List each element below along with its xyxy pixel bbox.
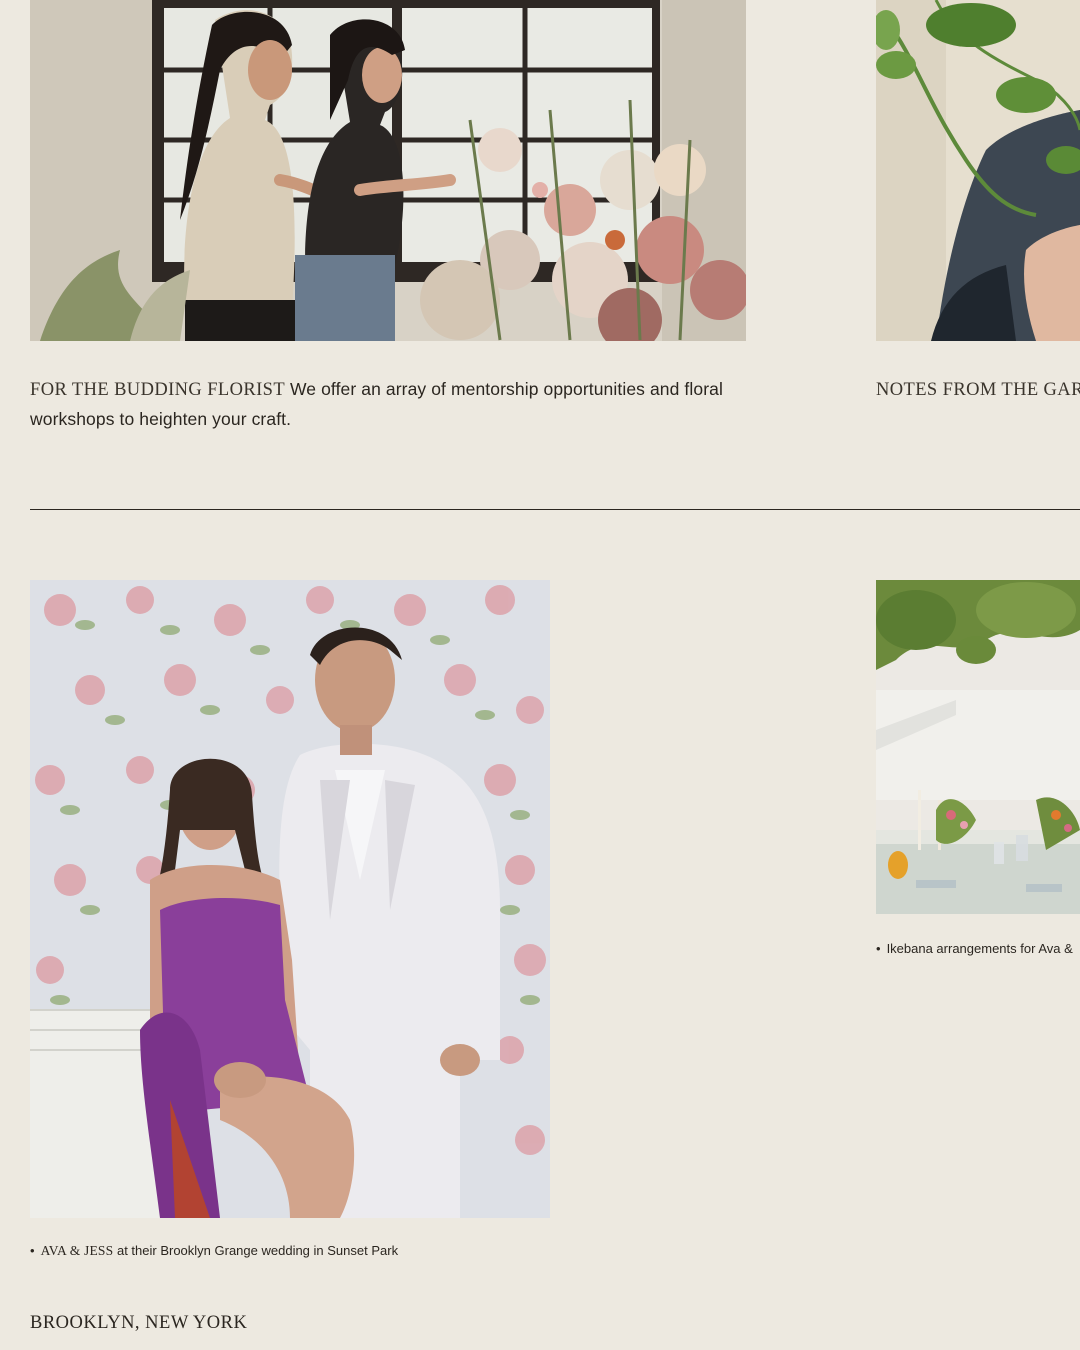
- ikebana-photo-image: [876, 580, 1080, 914]
- section-divider: [30, 509, 1080, 510]
- ikebana-caption-text: Ikebana arrangements for Ava &: [886, 941, 1073, 956]
- workshop-feature-heading: FOR THE BUDDING FLORIST: [30, 380, 286, 400]
- wedding-caption-names: AVA & JESS: [40, 1243, 114, 1258]
- location-label: BROOKLYN, NEW YORK: [30, 1313, 248, 1333]
- page: FOR THE BUDDING FLORIST We offer an arra…: [0, 0, 1080, 1350]
- garden-photo[interactable]: [876, 0, 1080, 341]
- caption-bullet: •: [30, 1243, 35, 1258]
- ikebana-photo[interactable]: [876, 580, 1080, 914]
- garden-photo-image: [876, 0, 1080, 341]
- workshop-photo-image: [30, 0, 746, 341]
- workshop-feature-text: FOR THE BUDDING FLORIST We offer an arra…: [30, 375, 746, 434]
- wedding-couple-photo[interactable]: [30, 580, 550, 1218]
- garden-feature-heading: NOTES FROM THE GAR: [876, 380, 1080, 400]
- ikebana-caption: • Ikebana arrangements for Ava &: [876, 940, 1073, 958]
- caption-bullet: •: [876, 941, 881, 956]
- wedding-couple-photo-image: [30, 580, 550, 1218]
- workshop-photo[interactable]: [30, 0, 746, 341]
- wedding-caption-text: at their Brooklyn Grange wedding in Suns…: [113, 1243, 399, 1258]
- wedding-caption: • AVA & JESS at their Brooklyn Grange wed…: [30, 1242, 398, 1260]
- garden-feature-text: NOTES FROM THE GAR: [876, 375, 1080, 405]
